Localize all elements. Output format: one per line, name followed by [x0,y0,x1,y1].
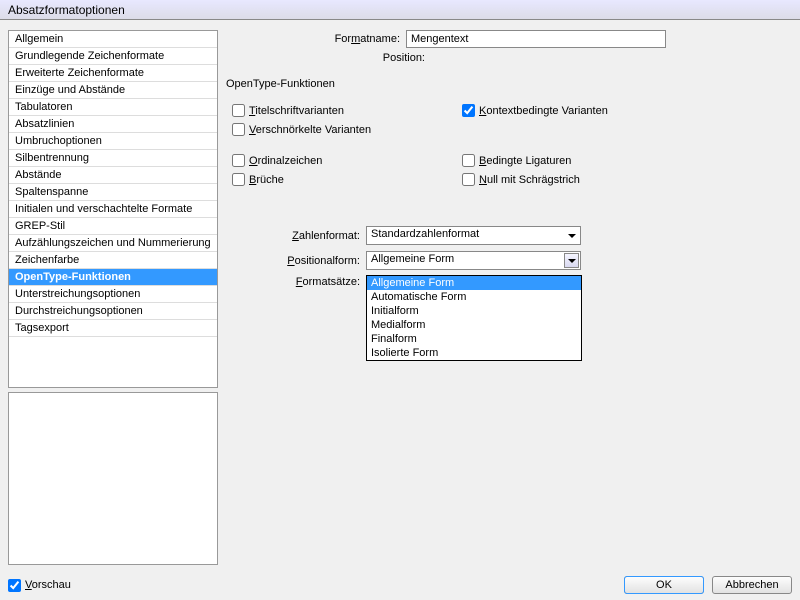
sidebar-item[interactable]: GREP-Stil [9,218,217,235]
window-title: Absatzformatoptionen [8,3,125,17]
sidebar-item[interactable]: Durchstreichungsoptionen [9,303,217,320]
footer: Vorschau OK Abbrechen [8,576,792,594]
formatname-label: Formatname: [226,33,406,45]
dropdown-option[interactable]: Medialform [367,318,581,332]
sidebar-item[interactable]: Grundlegende Zeichenformate [9,48,217,65]
ordinal-checkbox[interactable]: Ordinalzeichen [232,154,452,167]
chevron-down-icon [564,228,579,243]
positionalform-options[interactable]: Allgemeine FormAutomatische FormInitialf… [366,275,582,361]
contextual-checkbox[interactable]: Kontextbedingte Varianten [462,104,682,117]
sidebar-item[interactable]: Unterstreichungsoptionen [9,286,217,303]
sidebar-item[interactable]: Allgemein [9,31,217,48]
dropdown-option[interactable]: Allgemeine Form [367,276,581,290]
preview-area [8,392,218,565]
sidebar-item[interactable]: Spaltenspanne [9,184,217,201]
sidebar-item[interactable]: Absatzlinien [9,116,217,133]
checks-group-1: Titelschriftvarianten Kontextbedingte Va… [232,104,792,136]
checks-group-2: Ordinalzeichen Bedingte Ligaturen Brüche… [232,154,792,186]
sidebar-item[interactable]: Initialen und verschachtelte Formate [9,201,217,218]
cancel-button[interactable]: Abbrechen [712,576,792,594]
sidebar-item[interactable]: Erweiterte Zeichenformate [9,65,217,82]
title-bar: Absatzformatoptionen [0,0,800,20]
disclig-checkbox[interactable]: Bedingte Ligaturen [462,154,682,167]
sidebar: AllgemeinGrundlegende ZeichenformateErwe… [8,30,218,388]
dropdown-option[interactable]: Initialform [367,304,581,318]
numberformat-dropdown[interactable]: Standardzahlenformat [366,226,581,245]
formsets-label: Formatsätze: [226,276,366,288]
dropdown-option[interactable]: Finalform [367,332,581,346]
right-panel: Formatname: Position: OpenType-Funktione… [226,30,792,565]
sidebar-item[interactable]: Tagsexport [9,320,217,337]
positionalform-dropdown[interactable]: Allgemeine Form [366,251,581,270]
preview-checkbox[interactable]: Vorschau [8,579,71,592]
formatname-input[interactable] [406,30,666,48]
position-label: Position: [226,52,431,64]
dialog-body: AllgemeinGrundlegende ZeichenformateErwe… [0,20,800,565]
sidebar-item[interactable]: Tabulatoren [9,99,217,116]
section-title: OpenType-Funktionen [226,78,792,90]
dropdown-option[interactable]: Isolierte Form [367,346,581,360]
sidebar-item[interactable]: Aufzählungszeichen und Nummerierung [9,235,217,252]
swash-checkbox[interactable]: Verschnörkelte Varianten [232,123,452,136]
left-panel: AllgemeinGrundlegende ZeichenformateErwe… [8,30,218,565]
sidebar-item[interactable]: Silbentrennung [9,150,217,167]
slashedzero-checkbox[interactable]: Null mit Schrägstrich [462,173,682,186]
sidebar-item[interactable]: OpenType-Funktionen [9,269,217,286]
sidebar-item[interactable]: Umbruchoptionen [9,133,217,150]
fraction-checkbox[interactable]: Brüche [232,173,452,186]
positionalform-label: Positionalform: [226,255,366,267]
sidebar-item[interactable]: Einzüge und Abstände [9,82,217,99]
numberformat-label: Zahlenformat: [226,230,366,242]
dropdown-option[interactable]: Automatische Form [367,290,581,304]
sidebar-item[interactable]: Abstände [9,167,217,184]
sidebar-item[interactable]: Zeichenfarbe [9,252,217,269]
chevron-down-icon [564,253,579,268]
ok-button[interactable]: OK [624,576,704,594]
titling-checkbox[interactable]: Titelschriftvarianten [232,104,452,117]
